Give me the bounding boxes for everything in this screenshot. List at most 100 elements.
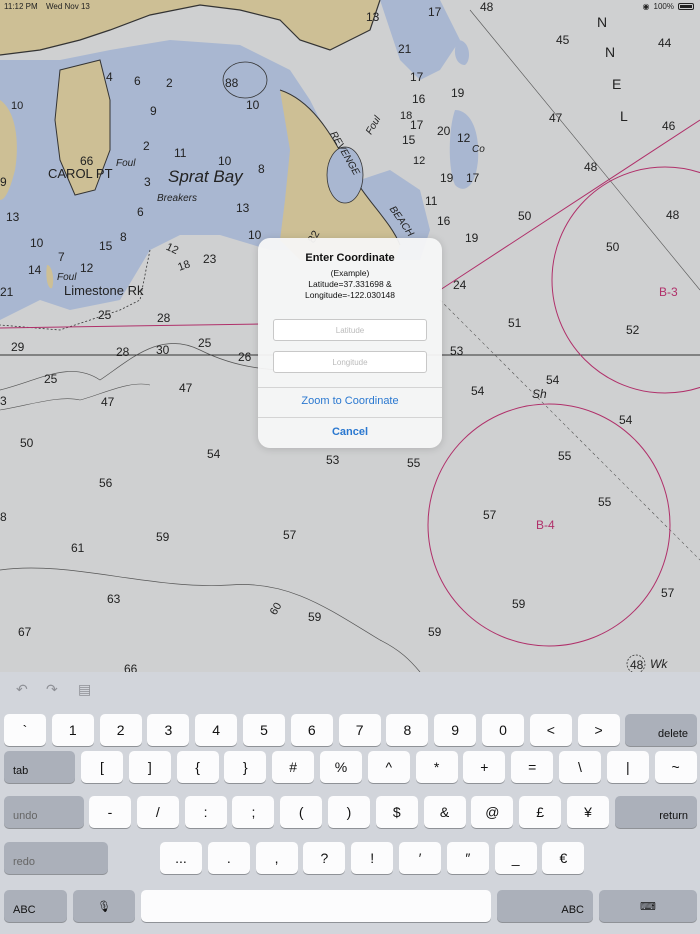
- key[interactable]: 5: [243, 714, 285, 746]
- key[interactable]: ?: [303, 842, 346, 874]
- key[interactable]: 6: [290, 714, 333, 746]
- key[interactable]: .: [207, 842, 250, 874]
- key[interactable]: ,: [255, 842, 298, 874]
- key[interactable]: (: [280, 796, 323, 828]
- key[interactable]: 0: [482, 714, 524, 746]
- abc-key-right[interactable]: ABC: [497, 890, 593, 922]
- key[interactable]: >: [577, 714, 620, 746]
- latitude-input[interactable]: [273, 319, 427, 341]
- key[interactable]: ]: [128, 751, 171, 783]
- key[interactable]: }: [224, 751, 267, 783]
- depth-sounding: 44: [658, 36, 672, 50]
- longitude-input[interactable]: [273, 351, 427, 373]
- depth-sounding: 23: [203, 252, 217, 266]
- key[interactable]: 9: [434, 714, 477, 746]
- depth-sounding: 67: [18, 625, 32, 639]
- space-key[interactable]: [141, 890, 491, 922]
- key[interactable]: 1: [51, 714, 94, 746]
- key[interactable]: {: [176, 751, 219, 783]
- depth-sounding: 10: [248, 228, 262, 242]
- depth-sounding: 9: [0, 175, 7, 189]
- cancel-button[interactable]: Cancel: [258, 426, 442, 438]
- depth-sounding: 54: [207, 447, 221, 461]
- depth-sounding: 16: [437, 214, 451, 228]
- key[interactable]: 3: [147, 714, 190, 746]
- key[interactable]: £: [519, 796, 562, 828]
- depth-sounding: 28: [116, 345, 130, 359]
- key[interactable]: `: [4, 714, 46, 746]
- depth-sounding: 54: [546, 373, 560, 387]
- depth-sounding: 12: [457, 131, 471, 145]
- place-sh: Sh: [532, 387, 547, 401]
- key[interactable]: :: [184, 796, 227, 828]
- depth-sounding: 2: [166, 76, 173, 90]
- key[interactable]: ;: [232, 796, 275, 828]
- key[interactable]: #: [272, 751, 315, 783]
- key[interactable]: -: [89, 796, 131, 828]
- depth-sounding: 21: [0, 285, 14, 299]
- depth-sounding: 8: [258, 162, 265, 176]
- redo-key[interactable]: redo: [4, 842, 108, 874]
- key[interactable]: ¥: [567, 796, 609, 828]
- depth-sounding: 17: [466, 171, 480, 185]
- place-limestone-rk: Limestone Rk: [64, 283, 144, 298]
- paste-clipboard-icon[interactable]: ▤: [78, 681, 91, 698]
- return-key[interactable]: return: [615, 796, 697, 828]
- key[interactable]: \: [559, 751, 601, 783]
- key[interactable]: $: [375, 796, 418, 828]
- key[interactable]: 8: [386, 714, 429, 746]
- depth-sounding: 19: [465, 231, 479, 245]
- zoom-to-coordinate-button[interactable]: Zoom to Coordinate: [258, 395, 442, 407]
- key[interactable]: %: [320, 751, 362, 783]
- depth-sounding: 50: [20, 436, 34, 450]
- key[interactable]: /: [136, 796, 179, 828]
- key[interactable]: ″: [446, 842, 489, 874]
- undo-key[interactable]: undo: [4, 796, 84, 828]
- depth-sounding: 66: [124, 662, 138, 672]
- depth-sounding: 7: [58, 250, 65, 264]
- key[interactable]: *: [415, 751, 458, 783]
- depth-sounding: 13: [236, 201, 250, 215]
- abc-key-left[interactable]: ABC: [4, 890, 67, 922]
- depth-sounding: 15: [99, 239, 113, 253]
- on-screen-keyboard: ↶ ↷ ▤ ` 1 2 3 4 5 6 7 8 9 0 < > delete tab[]{} #% ^ * + = \ |…: [0, 672, 700, 934]
- key[interactable]: [: [81, 751, 123, 783]
- key[interactable]: €: [542, 842, 585, 874]
- depth-sounding: 48: [630, 658, 644, 672]
- channel-letter-2: N: [605, 44, 617, 60]
- depth-sounding: 59: [308, 610, 322, 624]
- key[interactable]: ^: [367, 751, 410, 783]
- channel-letter-1: N: [597, 14, 609, 30]
- depth-sounding: 55: [558, 449, 572, 463]
- key[interactable]: ′: [399, 842, 441, 874]
- undo-arrow-icon[interactable]: ↶: [16, 681, 28, 698]
- key[interactable]: |: [606, 751, 649, 783]
- key[interactable]: =: [511, 751, 554, 783]
- channel-letter-3: E: [612, 76, 623, 92]
- key[interactable]: 4: [195, 714, 238, 746]
- hide-keyboard-icon[interactable]: ⌨: [599, 890, 697, 922]
- key[interactable]: <: [529, 714, 572, 746]
- redo-arrow-icon[interactable]: ↷: [46, 681, 58, 698]
- key[interactable]: 7: [338, 714, 381, 746]
- key[interactable]: 2: [99, 714, 142, 746]
- key[interactable]: ): [328, 796, 370, 828]
- place-carol-pt: CAROL PT: [48, 166, 113, 181]
- key[interactable]: +: [463, 751, 506, 783]
- depth-sounding: 8: [120, 230, 127, 244]
- depth-sounding: 10: [218, 154, 232, 168]
- dialog-example-line-3: Longitude=-122.030148: [304, 290, 396, 300]
- key[interactable]: !: [351, 842, 394, 874]
- key[interactable]: ...: [160, 842, 202, 874]
- depth-sounding: 28: [157, 311, 171, 325]
- tab-key[interactable]: tab: [4, 751, 75, 783]
- key[interactable]: ~: [654, 751, 697, 783]
- status-bar: 11:12 PM Wed Nov 13 ◉ 100%: [0, 0, 700, 14]
- key[interactable]: &: [423, 796, 466, 828]
- key[interactable]: @: [471, 796, 514, 828]
- key[interactable]: _: [494, 842, 537, 874]
- delete-key[interactable]: delete: [625, 714, 697, 746]
- depth-sounding: 26: [238, 350, 252, 364]
- microphone-icon[interactable]: 🎙: [73, 890, 135, 922]
- dialog-message: (Example) Latitude=37.331698 & Longitude…: [258, 268, 442, 301]
